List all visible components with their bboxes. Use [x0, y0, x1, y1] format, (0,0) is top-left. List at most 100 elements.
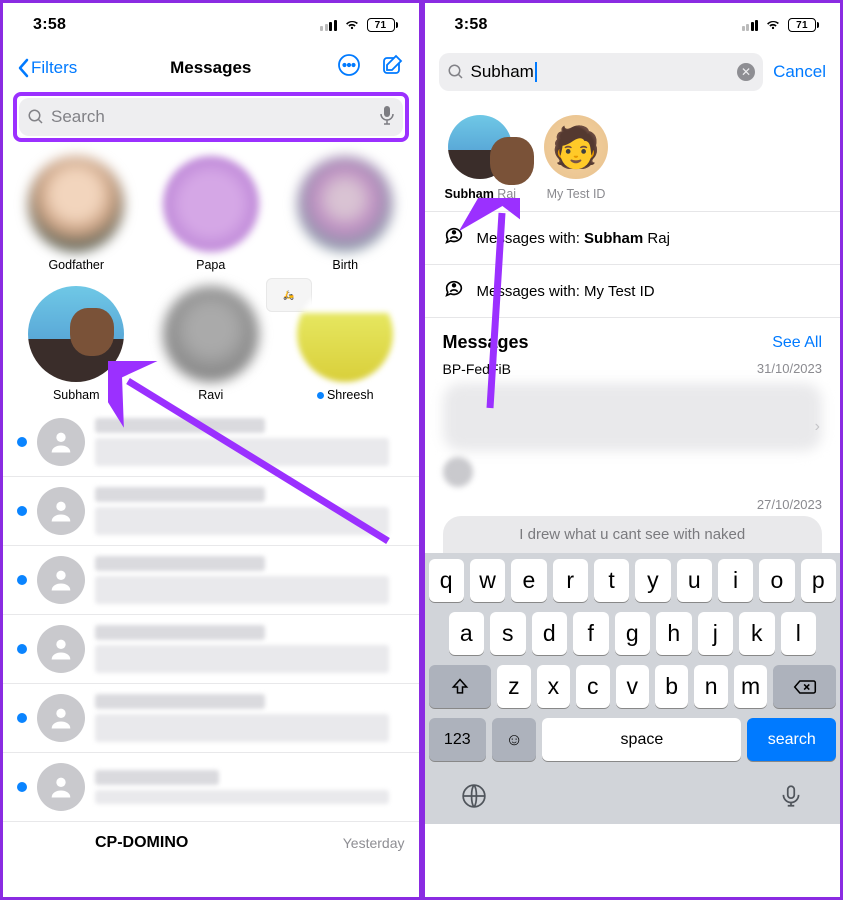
search-key[interactable]: search: [747, 718, 836, 761]
key-y[interactable]: y: [635, 559, 670, 602]
avatar: [37, 487, 85, 535]
key-z[interactable]: z: [497, 665, 530, 708]
messages-with-row[interactable]: Messages with: Subham Raj: [425, 212, 841, 265]
key-f[interactable]: f: [573, 612, 609, 655]
key-j[interactable]: j: [698, 612, 734, 655]
backspace-key[interactable]: [773, 665, 836, 708]
key-g[interactable]: g: [615, 612, 651, 655]
key-n[interactable]: n: [694, 665, 727, 708]
key-l[interactable]: l: [781, 612, 817, 655]
avatar: [443, 457, 473, 487]
avatar: [37, 418, 85, 466]
search-header: Subham ✕ Cancel: [425, 47, 841, 101]
globe-icon[interactable]: [461, 783, 487, 814]
shift-key[interactable]: [429, 665, 492, 708]
avatar: [297, 156, 393, 252]
message-bubble: [443, 383, 823, 451]
avatar: [297, 286, 393, 382]
conversation-row[interactable]: [3, 545, 419, 614]
key-o[interactable]: o: [759, 559, 794, 602]
message-bubble: I drew what u cant see with naked: [443, 516, 823, 553]
contact-godfather[interactable]: Godfather: [15, 156, 138, 272]
messages-with-row[interactable]: Messages with: My Test ID: [425, 265, 841, 318]
contact-suggestions: Godfather Papa Birth Subham Ravi 🛵 Shree…: [3, 150, 419, 408]
key-d[interactable]: d: [532, 612, 568, 655]
key-i[interactable]: i: [718, 559, 753, 602]
conversation-row[interactable]: [3, 614, 419, 683]
key-c[interactable]: c: [576, 665, 609, 708]
key-w[interactable]: w: [470, 559, 505, 602]
key-e[interactable]: e: [511, 559, 546, 602]
see-all-button[interactable]: See All: [772, 334, 822, 352]
search-input[interactable]: Subham ✕: [439, 53, 764, 91]
dictation-icon[interactable]: [778, 783, 804, 814]
search-query: Subham: [471, 62, 732, 83]
unread-dot-icon: [17, 644, 27, 654]
conversation-row[interactable]: [3, 408, 419, 476]
contact-result-subham[interactable]: Subham Raj: [445, 115, 517, 201]
cancel-button[interactable]: Cancel: [773, 62, 826, 82]
avatar: [448, 115, 512, 179]
status-time: 3:58: [455, 16, 488, 34]
search-placeholder: Search: [51, 107, 373, 127]
avatar: 🧑: [544, 115, 608, 179]
chevron-right-icon: ›: [815, 418, 820, 436]
contact-shreesh[interactable]: 🛵 Shreesh: [284, 286, 407, 402]
contact-result-testid[interactable]: 🧑 My Test ID: [544, 115, 608, 201]
right-screen: 3:58 71 Subham ✕ Cancel Subham Raj 🧑 My …: [425, 3, 841, 897]
avatar: [37, 763, 85, 811]
space-key[interactable]: space: [542, 718, 741, 761]
key-k[interactable]: k: [739, 612, 775, 655]
keyboard-row: asdfghjkl: [429, 612, 837, 655]
search-highlight: Search: [13, 92, 409, 142]
key-t[interactable]: t: [594, 559, 629, 602]
message-date: 27/10/2023: [425, 493, 841, 516]
avatar: [163, 156, 259, 252]
mic-icon[interactable]: [379, 105, 395, 130]
contact-birth[interactable]: Birth: [284, 156, 407, 272]
message-result[interactable]: BP-FedFiB 31/10/2023 ›: [425, 361, 841, 493]
status-bar: 3:58 71: [425, 3, 841, 47]
keyboard-row: 123 ☺ space search: [429, 718, 837, 761]
navbar: Filters Messages: [3, 47, 419, 88]
key-a[interactable]: a: [449, 612, 485, 655]
compose-icon[interactable]: [381, 53, 405, 82]
key-v[interactable]: v: [616, 665, 649, 708]
signal-icon: [320, 19, 337, 31]
emoji-key[interactable]: ☺: [492, 718, 536, 761]
conversation-row[interactable]: [3, 683, 419, 752]
back-button[interactable]: Filters: [17, 58, 77, 78]
battery-icon: 71: [367, 18, 395, 32]
battery-icon: 71: [788, 18, 816, 32]
conversation-row[interactable]: [3, 752, 419, 821]
numbers-key[interactable]: 123: [429, 718, 487, 761]
avatar: [37, 625, 85, 673]
search-contact-results: Subham Raj 🧑 My Test ID: [425, 101, 841, 212]
status-time: 3:58: [33, 16, 66, 34]
key-b[interactable]: b: [655, 665, 688, 708]
conversation-list[interactable]: CP-DOMINO Yesterday: [3, 408, 419, 897]
unread-dot-icon: [17, 782, 27, 792]
key-q[interactable]: q: [429, 559, 464, 602]
contact-subham[interactable]: Subham: [15, 286, 138, 402]
key-r[interactable]: r: [553, 559, 588, 602]
key-p[interactable]: p: [801, 559, 836, 602]
wifi-icon: [343, 16, 361, 35]
contact-ravi[interactable]: Ravi: [150, 286, 273, 402]
key-x[interactable]: x: [537, 665, 570, 708]
search-input[interactable]: Search: [19, 98, 403, 136]
clear-icon[interactable]: ✕: [737, 63, 755, 81]
page-title: Messages: [170, 58, 251, 78]
messages-section-header: Messages See All: [425, 318, 841, 361]
contact-papa[interactable]: Papa: [150, 156, 273, 272]
key-h[interactable]: h: [656, 612, 692, 655]
conversation-row[interactable]: CP-DOMINO Yesterday: [3, 821, 419, 864]
wifi-icon: [764, 16, 782, 35]
key-s[interactable]: s: [490, 612, 526, 655]
conversation-row[interactable]: [3, 476, 419, 545]
unread-dot-icon: [17, 713, 27, 723]
key-u[interactable]: u: [677, 559, 712, 602]
key-m[interactable]: m: [734, 665, 767, 708]
more-icon[interactable]: [337, 53, 361, 82]
unread-dot-icon: [17, 506, 27, 516]
